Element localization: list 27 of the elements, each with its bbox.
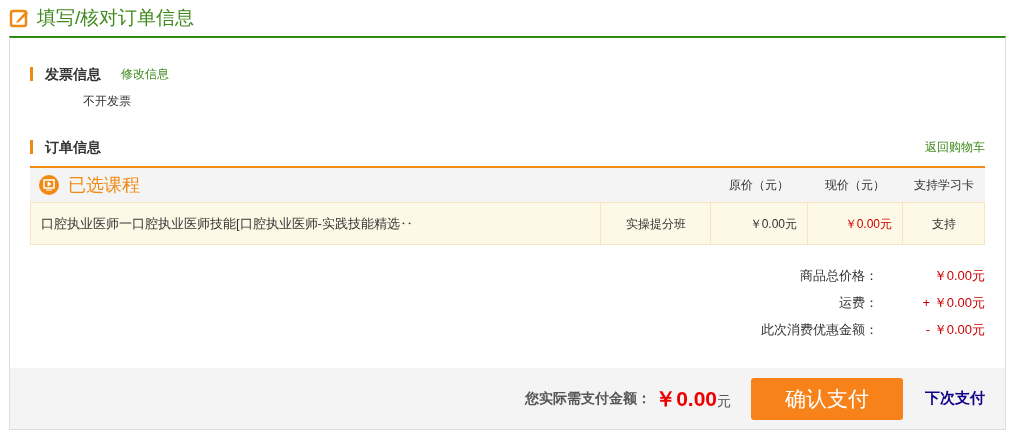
invoice-value: 不开发票 bbox=[83, 94, 131, 108]
summary-label: 此次消费优惠金额： bbox=[761, 320, 878, 339]
confirm-pay-button[interactable]: 确认支付 bbox=[751, 377, 903, 420]
edit-icon bbox=[9, 8, 29, 28]
card-support-cell: 支持 bbox=[902, 203, 984, 244]
summary-value: ￥0.00元 bbox=[932, 266, 985, 285]
column-header: 原价（元） bbox=[728, 178, 789, 192]
edit-info-link[interactable]: 修改信息 bbox=[121, 65, 169, 83]
summary-value: - ￥0.00元 bbox=[924, 320, 985, 339]
summary-label: 运费： bbox=[839, 293, 878, 312]
current-price-cell: ￥0.00元 bbox=[807, 203, 902, 244]
page-title: 填写/核对订单信息 bbox=[37, 5, 195, 30]
column-header: 支持学习卡 bbox=[913, 178, 974, 192]
monitor-icon bbox=[39, 175, 59, 195]
table-title: 已选课程 bbox=[68, 173, 140, 197]
pay-later-link[interactable]: 下次支付 bbox=[925, 387, 985, 410]
summary-label: 商品总价格： bbox=[800, 266, 878, 285]
class-type-cell: 实操提分班 bbox=[600, 203, 710, 244]
section-heading: 订单信息 bbox=[45, 137, 101, 157]
summary-value: + ￥0.00元 bbox=[921, 293, 985, 312]
column-header: 现价（元） bbox=[824, 178, 885, 192]
back-to-cart-link[interactable]: 返回购物车 bbox=[925, 138, 985, 156]
section-heading: 发票信息 bbox=[45, 64, 101, 84]
original-price-cell: ￥0.00元 bbox=[710, 203, 807, 244]
course-name-cell-text: 口腔执业医师一口腔执业医师技能[口腔执业医师-实践技能精选‥ bbox=[40, 214, 414, 233]
payable-amount: ￥0.00元 bbox=[655, 385, 731, 412]
payable-label: 您实际需支付金额： bbox=[525, 389, 652, 408]
